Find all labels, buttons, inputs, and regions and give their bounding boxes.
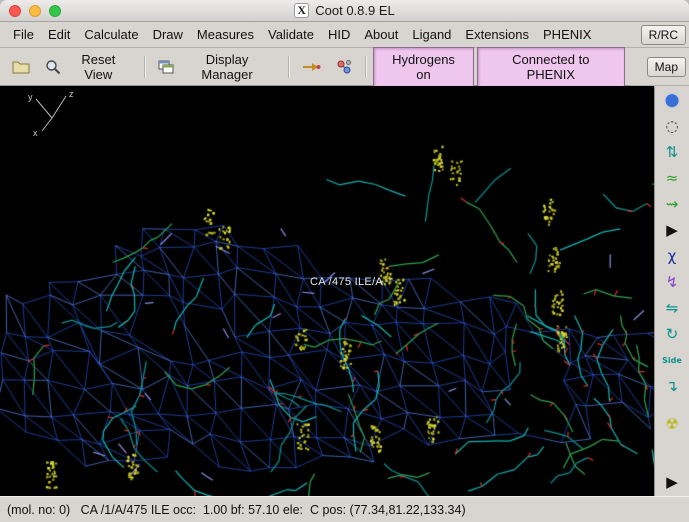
- magnifier-icon: [46, 59, 61, 74]
- menu-draw[interactable]: Draw: [146, 24, 190, 45]
- viewport-canvas: [0, 86, 654, 496]
- rrc-cell: R/RC: [631, 22, 689, 48]
- expand-tools-icon[interactable]: ▶: [659, 220, 686, 241]
- title-group: X Coot 0.8.9 EL: [294, 3, 395, 18]
- phenix-connection-toggle[interactable]: Connected to PHENIX: [476, 46, 625, 87]
- rotate-translate-icon[interactable]: ≈: [659, 168, 686, 189]
- axes-gizmo: y z x: [28, 89, 74, 138]
- mutate-residue-icon[interactable]: ☢: [659, 414, 686, 435]
- display-manager-button[interactable]: Display Manager: [152, 47, 282, 87]
- minimize-window-button[interactable]: [29, 4, 41, 17]
- rrc-button[interactable]: R/RC: [640, 24, 686, 45]
- display-manager-icon: [158, 60, 174, 73]
- coot-window: X Coot 0.8.9 EL File Edit Calculate Draw…: [0, 0, 689, 522]
- cis-trans-convert-icon[interactable]: ↻: [659, 324, 686, 345]
- menu-calculate[interactable]: Calculate: [77, 24, 145, 45]
- traffic-lights: [9, 0, 61, 21]
- display-manager-label: Display Manager: [201, 51, 253, 82]
- toolbar: Reset View Display Manager Hydrogens on …: [0, 46, 631, 87]
- axis-z-label: z: [69, 89, 74, 99]
- map-cell: Map: [631, 48, 689, 86]
- open-coordinates-button[interactable]: [6, 55, 36, 79]
- atom-label: CA /475 ILE/A: [310, 276, 383, 288]
- viewport[interactable]: y z x CA /475 ILE/A: [0, 86, 654, 496]
- menu-file[interactable]: File: [6, 24, 41, 45]
- zoom-window-button[interactable]: [49, 4, 61, 17]
- window-title: Coot 0.8.9 EL: [315, 3, 395, 18]
- sphere-refine-icon[interactable]: ●: [659, 90, 686, 111]
- axis-y-label: y: [28, 92, 33, 102]
- axis-x-label: x: [33, 128, 38, 138]
- open-folder-icon: [12, 61, 30, 73]
- menu-hid[interactable]: HID: [321, 24, 357, 45]
- toolbar-separator: [143, 55, 145, 78]
- go-to-atom-icon: [303, 62, 321, 71]
- go-to-atom-button[interactable]: [296, 56, 327, 78]
- menu-edit[interactable]: Edit: [41, 24, 77, 45]
- menu-measures[interactable]: Measures: [190, 24, 261, 45]
- more-tools-icon[interactable]: ▶: [659, 472, 686, 493]
- menu-extensions[interactable]: Extensions: [458, 24, 536, 45]
- side-chain-flip-icon[interactable]: Side: [659, 350, 686, 371]
- x11-app-icon: X: [294, 3, 310, 18]
- atoms-display-button[interactable]: [330, 54, 358, 80]
- reset-view-button[interactable]: Reset View: [39, 47, 137, 87]
- hydrogens-toggle-button[interactable]: Hydrogens on: [373, 46, 474, 87]
- add-terminal-residue-icon[interactable]: ↴: [659, 376, 686, 397]
- modeling-toolbar: ● ◌ ⇅ ≈ ⇝ ▶ χ ↯ ⇋ ↻ Side ↴ ☢ ▶: [654, 86, 689, 496]
- menu-ligand[interactable]: Ligand: [405, 24, 458, 45]
- molecule-icon: [337, 59, 352, 73]
- toolbar-separator: [365, 55, 367, 78]
- close-window-button[interactable]: [9, 4, 21, 17]
- titlebar: X Coot 0.8.9 EL: [0, 0, 689, 22]
- rigid-body-fit-icon[interactable]: ⇅: [659, 142, 686, 163]
- edit-chi-angles-icon[interactable]: χ: [659, 246, 686, 267]
- flip-peptide-icon[interactable]: ⇋: [659, 298, 686, 319]
- menu-about[interactable]: About: [357, 24, 405, 45]
- menu-phenix[interactable]: PHENIX: [536, 24, 598, 45]
- menubar: File Edit Calculate Draw Measures Valida…: [0, 22, 631, 48]
- regularize-zone-icon[interactable]: ◌: [659, 116, 686, 137]
- map-button[interactable]: Map: [646, 56, 686, 77]
- reset-view-label: Reset View: [81, 51, 116, 82]
- status-text: (mol. no: 0) CA /1/A/475 ILE occ: 1.00 b…: [7, 502, 466, 517]
- auto-fit-rotamer-icon[interactable]: ⇝: [659, 194, 686, 215]
- toolbar-separator: [288, 55, 290, 78]
- menu-validate[interactable]: Validate: [261, 24, 321, 45]
- statusbar: (mol. no: 0) CA /1/A/475 ILE occ: 1.00 b…: [0, 496, 689, 522]
- torsion-general-icon[interactable]: ↯: [659, 272, 686, 293]
